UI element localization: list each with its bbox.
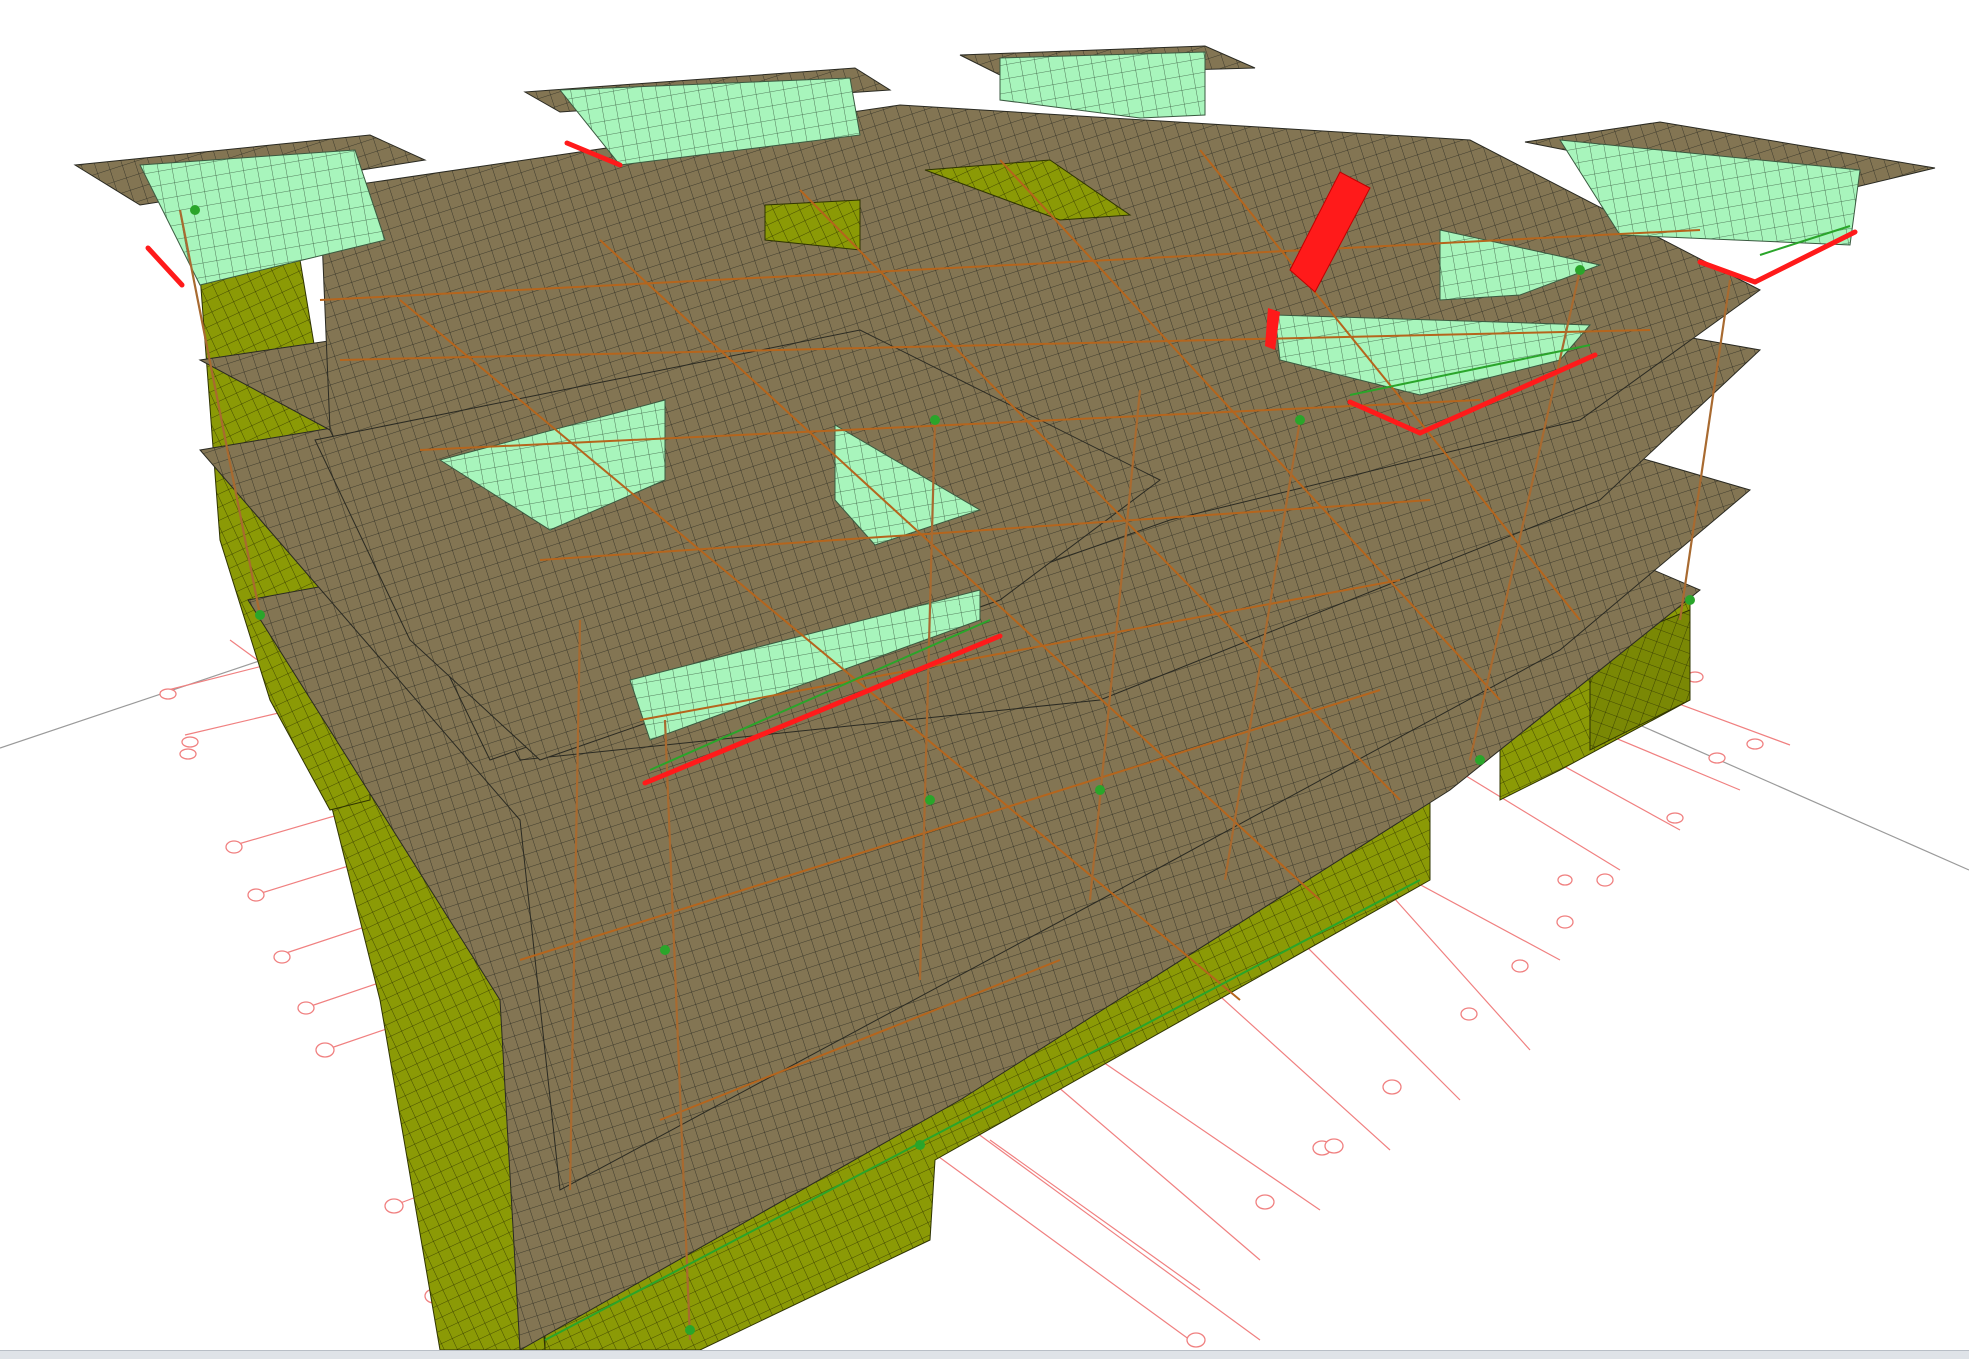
circle-grid-marker-icon[interactable] (1460, 1007, 1478, 1021)
circle-grid-marker-icon[interactable] (273, 950, 291, 964)
circle-grid-marker-icon[interactable] (1324, 1138, 1344, 1154)
circle-grid-marker-icon[interactable] (225, 840, 243, 854)
status-strip (0, 1350, 1969, 1359)
circle-grid-marker-icon[interactable] (1746, 738, 1764, 750)
fixed-support-icon[interactable] (930, 415, 940, 425)
circle-grid-marker-icon[interactable] (1666, 812, 1684, 824)
circle-grid-marker-icon[interactable] (179, 748, 197, 760)
fixed-support-icon[interactable] (1295, 415, 1305, 425)
fixed-support-icon[interactable] (1575, 265, 1585, 275)
circle-grid-marker-icon[interactable] (247, 888, 265, 902)
circle-grid-marker-icon[interactable] (297, 1001, 315, 1015)
fixed-support-icon[interactable] (685, 1325, 695, 1335)
circle-grid-marker-icon[interactable] (1186, 1332, 1206, 1348)
fixed-support-icon[interactable] (660, 945, 670, 955)
fixed-support-icon[interactable] (1095, 785, 1105, 795)
roof-cap-3-wall[interactable] (999, 51, 1206, 119)
circle-grid-marker-icon[interactable] (1708, 752, 1726, 764)
fixed-support-icon[interactable] (255, 610, 265, 620)
circle-grid-marker-icon[interactable] (1255, 1194, 1275, 1210)
circle-grid-marker-icon[interactable] (181, 736, 199, 748)
fixed-support-icon[interactable] (1685, 595, 1695, 605)
model-viewport[interactable] (0, 0, 1969, 1350)
circle-grid-marker-icon[interactable] (1382, 1079, 1402, 1095)
circle-grid-marker-icon[interactable] (1511, 959, 1529, 973)
circle-grid-marker-icon[interactable] (159, 688, 177, 700)
structural-model-3d-view[interactable] (0, 0, 1969, 1350)
circle-grid-marker-icon[interactable] (1557, 874, 1573, 886)
circle-grid-marker-icon[interactable] (384, 1198, 404, 1214)
fixed-support-icon[interactable] (925, 795, 935, 805)
circle-grid-marker-icon[interactable] (1556, 915, 1574, 929)
circle-grid-marker-icon[interactable] (1596, 873, 1614, 887)
selected-beam[interactable] (145, 245, 185, 288)
fixed-support-icon[interactable] (190, 205, 200, 215)
fixed-support-icon[interactable] (1475, 755, 1485, 765)
circle-grid-marker-icon[interactable] (315, 1042, 335, 1058)
